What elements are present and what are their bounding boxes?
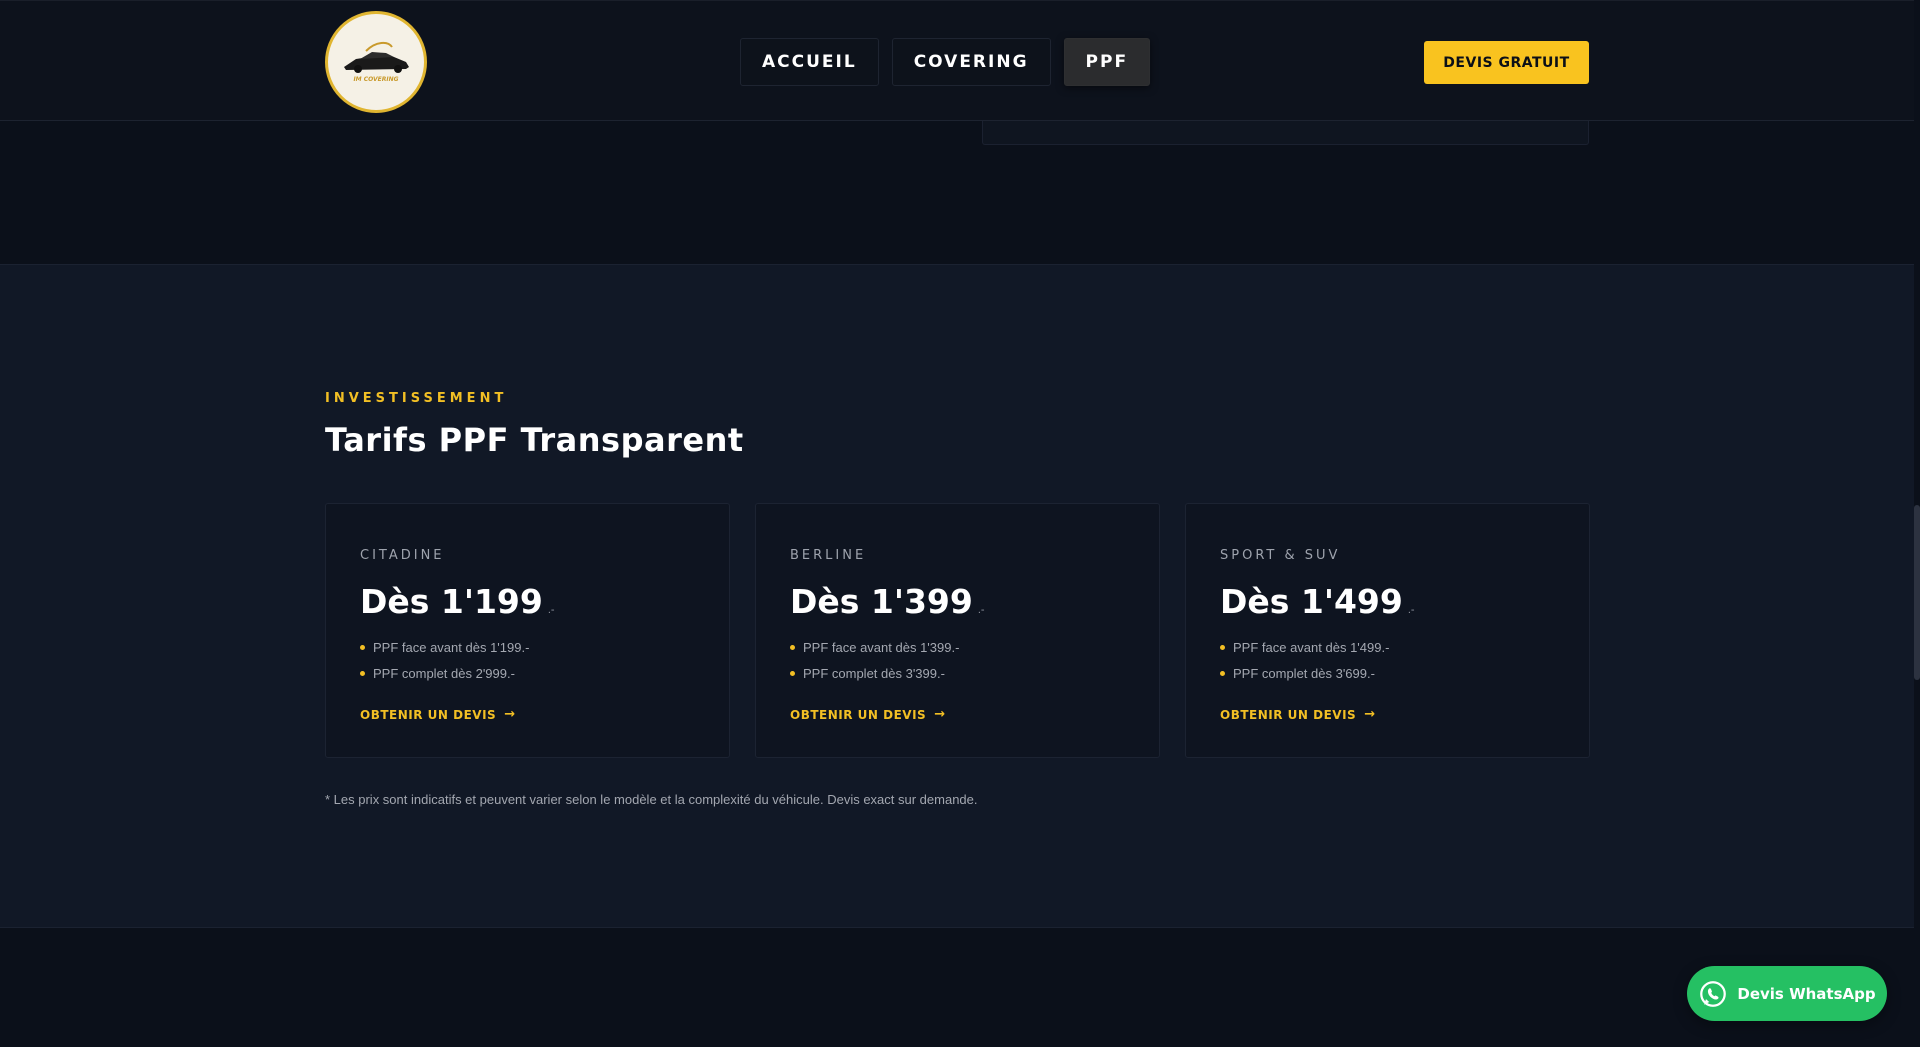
pricing-card-sport-suv: SPORT & SUV Dès 1'499 .- PPF face avant … — [1185, 503, 1590, 758]
link-label: OBTENIR UN DEVIS — [1220, 707, 1357, 722]
main-nav: ACCUEIL COVERING PPF — [740, 38, 1151, 86]
list-item: PPF face avant dès 1'499.- — [1220, 639, 1389, 656]
price-suffix: .- — [547, 604, 555, 616]
feature-list: PPF face avant dès 1'399.- PPF complet d… — [790, 639, 959, 691]
price-amount: Dès 1'499 — [1220, 582, 1403, 621]
feature-text: PPF face avant dès 1'199.- — [373, 640, 530, 655]
section-title: Tarifs PPF Transparent — [325, 421, 744, 459]
pricing-section: INVESTISSEMENT Tarifs PPF Transparent CI… — [0, 264, 1914, 928]
card-price: Dès 1'399 .- — [790, 582, 985, 621]
list-item: PPF face avant dès 1'399.- — [790, 639, 959, 656]
pricing-card-citadine: CITADINE Dès 1'199 .- PPF face avant dès… — [325, 503, 730, 758]
logo[interactable]: IM COVERING — [325, 11, 427, 113]
feature-list: PPF face avant dès 1'499.- PPF complet d… — [1220, 639, 1389, 691]
feature-text: PPF complet dès 3'399.- — [803, 666, 945, 681]
obtenir-devis-link[interactable]: OBTENIR UN DEVIS → — [360, 707, 516, 722]
whatsapp-button[interactable]: Devis WhatsApp — [1687, 966, 1887, 1021]
obtenir-devis-link[interactable]: OBTENIR UN DEVIS → — [790, 707, 946, 722]
card-category: BERLINE — [790, 548, 867, 563]
whatsapp-label: Devis WhatsApp — [1737, 984, 1876, 1003]
whatsapp-icon — [1700, 980, 1727, 1007]
feature-text: PPF face avant dès 1'499.- — [1233, 640, 1390, 655]
bullet-icon — [360, 671, 365, 676]
feature-list: PPF face avant dès 1'199.- PPF complet d… — [360, 639, 529, 691]
card-price: Dès 1'199 .- — [360, 582, 555, 621]
pricing-cards: CITADINE Dès 1'199 .- PPF face avant dès… — [325, 503, 1590, 758]
nav-item-ppf[interactable]: PPF — [1063, 38, 1151, 86]
bullet-icon — [360, 645, 365, 650]
nav-item-covering[interactable]: COVERING — [891, 38, 1051, 86]
nav-item-accueil[interactable]: ACCUEIL — [740, 38, 879, 86]
link-label: OBTENIR UN DEVIS — [790, 707, 927, 722]
car-logo-icon: IM COVERING — [344, 41, 409, 83]
pricing-disclaimer: * Les prix sont indicatifs et peuvent va… — [325, 792, 978, 807]
list-item: PPF face avant dès 1'199.- — [360, 639, 529, 656]
card-category: CITADINE — [360, 548, 445, 563]
site-header: IM COVERING ACCUEIL COVERING PPF DEVIS G… — [0, 0, 1914, 121]
bullet-icon — [1220, 671, 1225, 676]
link-label: OBTENIR UN DEVIS — [360, 707, 497, 722]
feature-text: PPF face avant dès 1'399.- — [803, 640, 960, 655]
feature-text: PPF complet dès 2'999.- — [373, 666, 515, 681]
bullet-icon — [1220, 645, 1225, 650]
arrow-right-icon: → — [1364, 707, 1376, 722]
list-item: PPF complet dès 3'399.- — [790, 665, 959, 682]
pricing-card-berline: BERLINE Dès 1'399 .- PPF face avant dès … — [755, 503, 1160, 758]
scrollbar[interactable] — [1914, 0, 1920, 1047]
scrollbar-thumb[interactable] — [1914, 505, 1920, 680]
price-suffix: .- — [977, 604, 985, 616]
card-price: Dès 1'499 .- — [1220, 582, 1415, 621]
price-suffix: .- — [1407, 604, 1415, 616]
price-amount: Dès 1'399 — [790, 582, 973, 621]
arrow-right-icon: → — [934, 707, 946, 722]
section-eyebrow: INVESTISSEMENT — [325, 391, 508, 406]
list-item: PPF complet dès 3'699.- — [1220, 665, 1389, 682]
arrow-right-icon: → — [504, 707, 516, 722]
devis-gratuit-button[interactable]: DEVIS GRATUIT — [1424, 41, 1589, 84]
bullet-icon — [790, 645, 795, 650]
obtenir-devis-link[interactable]: OBTENIR UN DEVIS → — [1220, 707, 1376, 722]
feature-text: PPF complet dès 3'699.- — [1233, 666, 1375, 681]
card-category: SPORT & SUV — [1220, 548, 1341, 563]
svg-text:IM COVERING: IM COVERING — [353, 76, 398, 83]
bullet-icon — [790, 671, 795, 676]
list-item: PPF complet dès 2'999.- — [360, 665, 529, 682]
price-amount: Dès 1'199 — [360, 582, 543, 621]
